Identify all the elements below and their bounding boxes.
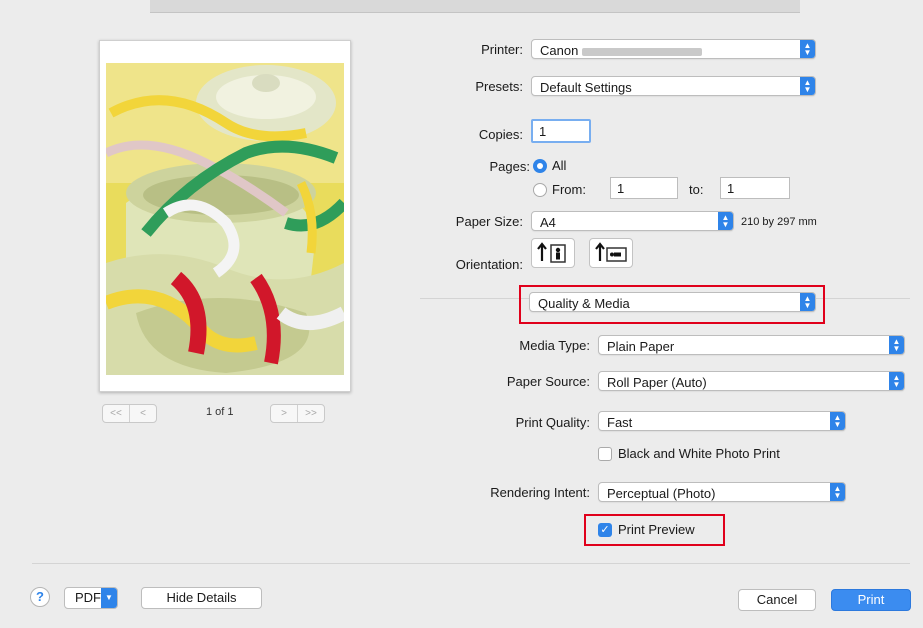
rendering-intent-popup[interactable]: Perceptual (Photo) ▲ ▼ (598, 482, 846, 502)
pages-from-field[interactable]: 1 (610, 177, 678, 199)
printer-value: Canon (540, 43, 702, 58)
presets-value: Default Settings (540, 80, 632, 95)
print-button[interactable]: Print (831, 589, 911, 611)
print-quality-value: Fast (607, 415, 633, 430)
print-quality-label: Print Quality: (515, 415, 590, 430)
print-quality-popup[interactable]: Fast ▲ ▼ (598, 411, 846, 431)
pages-to-value: 1 (727, 181, 735, 196)
printer-label: Printer: (481, 42, 523, 57)
bw-photo-label: Black and White Photo Print (618, 446, 780, 461)
footer-divider (32, 563, 910, 564)
print-preview-label: Print Preview (618, 522, 695, 537)
landscape-orientation-button[interactable] (589, 238, 633, 268)
media-type-value: Plain Paper (607, 339, 675, 354)
popup-arrows-icon: ▲ ▼ (889, 372, 904, 390)
pages-all-radio[interactable] (533, 159, 547, 173)
pdf-label: PDF (75, 590, 101, 605)
rendering-intent-label: Rendering Intent: (490, 485, 590, 500)
section-value: Quality & Media (538, 296, 630, 311)
popup-arrows-icon: ▲ ▼ (718, 212, 733, 230)
landscape-icon (595, 242, 627, 262)
next-page-button[interactable]: > (271, 405, 297, 422)
print-preview-checkbox[interactable]: ✓ (598, 523, 612, 537)
copies-label: Copies: (478, 127, 523, 142)
popup-arrows-icon: ▲ ▼ (800, 40, 815, 58)
preview-forward-nav: > >> (270, 404, 325, 423)
paper-size-label: Paper Size: (455, 214, 523, 229)
printer-popup[interactable]: Canon ▲ ▼ (531, 39, 816, 59)
redacted-printer-model (581, 47, 702, 56)
page-counter: 1 of 1 (206, 406, 234, 418)
media-type-label: Media Type: (519, 338, 590, 353)
portrait-icon (537, 242, 566, 263)
pages-to-label: to: (689, 182, 704, 197)
last-page-button[interactable]: >> (297, 405, 324, 422)
pages-label: Pages: (489, 159, 530, 174)
rendering-intent-value: Perceptual (Photo) (607, 486, 716, 501)
section-popup[interactable]: Quality & Media ▲ ▼ (529, 292, 816, 312)
presets-label: Presets: (475, 79, 523, 94)
popup-arrows-icon: ▲ ▼ (830, 483, 845, 501)
preview-back-nav: << < (102, 404, 157, 423)
bw-photo-checkbox[interactable] (598, 447, 612, 461)
hide-details-button[interactable]: Hide Details (141, 587, 262, 609)
portrait-orientation-button[interactable] (531, 238, 575, 268)
pages-from-value: 1 (617, 181, 625, 196)
paper-source-label: Paper Source: (506, 374, 590, 389)
window-titlebar-edge (150, 0, 800, 13)
presets-popup[interactable]: Default Settings ▲ ▼ (531, 76, 816, 96)
previous-page-button[interactable]: < (129, 405, 156, 422)
popup-arrows-icon: ▲ ▼ (800, 77, 815, 95)
popup-arrows-icon: ▲ ▼ (889, 336, 904, 354)
paper-size-value: A4 (540, 215, 556, 230)
popup-arrows-icon: ▲ ▼ (800, 293, 815, 311)
first-page-button[interactable]: << (103, 405, 129, 422)
help-button[interactable]: ? (30, 587, 50, 607)
pdf-menu-button[interactable]: PDF ▼ (64, 587, 118, 609)
print-preview-page (99, 40, 351, 392)
copies-field[interactable]: 1 (531, 119, 591, 143)
pdf-dropdown-arrow-icon: ▼ (101, 588, 117, 608)
paper-size-popup[interactable]: A4 ▲ ▼ (531, 211, 734, 231)
pages-all-label: All (552, 158, 567, 173)
popup-arrows-icon: ▲ ▼ (830, 412, 845, 430)
paper-source-value: Roll Paper (Auto) (607, 375, 707, 390)
cancel-button[interactable]: Cancel (738, 589, 816, 611)
media-type-popup[interactable]: Plain Paper ▲ ▼ (598, 335, 905, 355)
copies-value: 1 (539, 124, 547, 139)
paper-source-popup[interactable]: Roll Paper (Auto) ▲ ▼ (598, 371, 905, 391)
pages-to-field[interactable]: 1 (720, 177, 790, 199)
orientation-label: Orientation: (455, 257, 523, 272)
pages-from-label: From: (552, 182, 586, 197)
paper-dimensions: 210 by 297 mm (741, 216, 817, 228)
preview-image-tape-measure-cups (106, 63, 344, 375)
pages-from-radio[interactable] (533, 183, 547, 197)
